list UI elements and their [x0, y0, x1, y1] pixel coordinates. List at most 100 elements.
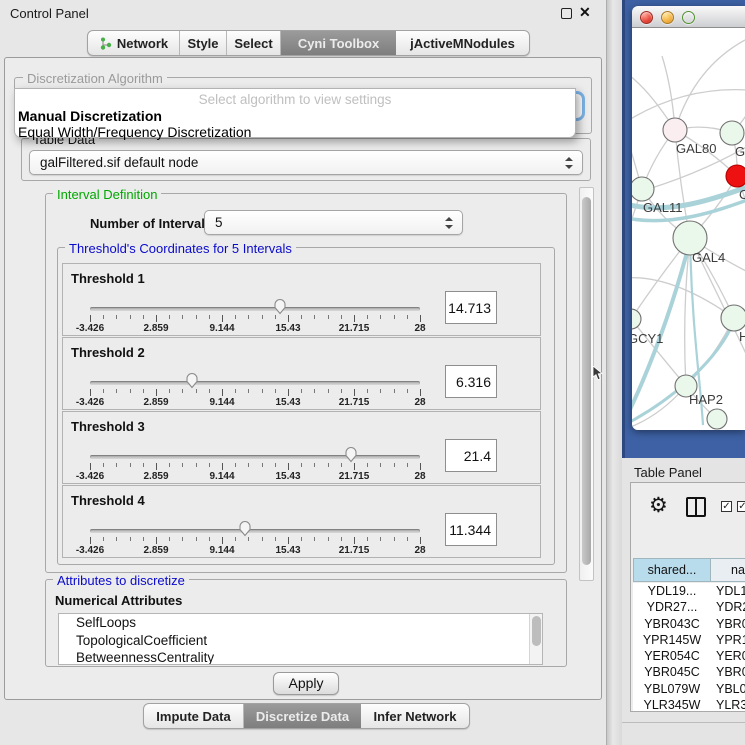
network-node[interactable] — [663, 118, 687, 142]
cell-name[interactable]: YDL1... — [711, 583, 745, 599]
cell-shared-name[interactable]: YDL19... — [633, 583, 711, 599]
slider-track[interactable] — [90, 455, 420, 459]
app-root: Control Panel ✕ Network Style Select Cyn… — [0, 0, 745, 745]
cell-shared-name[interactable]: YER054C — [633, 648, 711, 664]
table-row[interactable]: YER054C YER0... — [633, 648, 745, 664]
column-header-name[interactable]: name — [711, 558, 745, 582]
cell-name[interactable]: YER0... — [711, 648, 745, 664]
tab-jactivemnodules[interactable]: jActiveMNodules — [396, 31, 529, 55]
table-row[interactable]: YDR27... YDR2... — [633, 599, 745, 615]
tab-label: Style — [187, 36, 218, 51]
slider-tick-labels: -3.4262.8599.14415.4321.71528 — [90, 323, 420, 335]
cyni-bottom-tabs: Impute Data Discretize Data Infer Networ… — [143, 703, 470, 729]
panel-divider[interactable] — [606, 0, 622, 745]
network-node[interactable] — [632, 309, 641, 329]
slider-track[interactable] — [90, 307, 420, 311]
table-row[interactable]: YBR045C YBR0... — [633, 664, 745, 680]
threshold-value-input[interactable] — [445, 439, 497, 472]
slider-handle[interactable] — [343, 445, 359, 463]
cell-shared-name[interactable]: YBR043C — [633, 616, 711, 632]
network-node[interactable] — [720, 121, 744, 145]
tick-label: 21.715 — [339, 323, 370, 334]
checkbox-icon[interactable]: ✓ — [737, 501, 745, 512]
attribute-list-item[interactable]: BetweennessCentrality — [59, 649, 542, 665]
tab-discretize-data[interactable]: Discretize Data — [244, 704, 361, 728]
attribute-list-item[interactable]: SelfLoops — [59, 614, 542, 632]
threshold-slider[interactable]: -3.4262.8599.14415.4321.71528 — [90, 294, 420, 336]
cell-name[interactable]: YPR1... — [711, 632, 745, 648]
tick-label: 28 — [414, 545, 425, 556]
cell-name[interactable]: YBR0... — [711, 664, 745, 680]
scrollbar-thumb[interactable] — [532, 616, 541, 646]
zoom-traffic-light[interactable] — [682, 11, 695, 24]
slider-ticks — [90, 389, 420, 397]
network-node[interactable] — [721, 305, 745, 331]
tick-label: 28 — [414, 471, 425, 482]
table-panel: Table Panel ⚙ ✓ ✓ shared... name YDL19..… — [622, 458, 745, 745]
threshold-row: Threshold 3 -3.4262.8599.14415.4321.7152… — [62, 411, 541, 484]
checkbox-icon[interactable]: ✓ — [721, 501, 732, 512]
attribute-items: SelfLoopsTopologicalCoefficientBetweenne… — [59, 614, 542, 665]
cell-shared-name[interactable]: YBR045C — [633, 664, 711, 680]
table-row[interactable]: YDL19... YDL1... — [633, 583, 745, 599]
threshold-slider[interactable]: -3.4262.8599.14415.4321.71528 — [90, 516, 420, 558]
threshold-slider[interactable]: -3.4262.8599.14415.4321.71528 — [90, 442, 420, 484]
table-row[interactable]: YBL079W YBL0... — [633, 681, 745, 697]
threshold-value-input[interactable] — [445, 291, 497, 324]
cell-name[interactable]: YBL0... — [711, 681, 745, 697]
float-window-icon[interactable] — [561, 8, 572, 19]
network-canvas[interactable]: GAL80GACGAL11GAL4GCY1HHAP2 — [632, 28, 745, 430]
tab-cyni-toolbox[interactable]: Cyni Toolbox — [281, 31, 396, 55]
cyni-toolbox-panel: Discretization Algorithm Select algorith… — [4, 57, 602, 700]
num-intervals-combobox[interactable]: 5 — [204, 210, 463, 235]
threshold-label: Threshold 4 — [71, 493, 145, 508]
attributes-scrollbar[interactable] — [529, 614, 542, 664]
cell-name[interactable]: YDR2... — [711, 599, 745, 615]
control-panel-titlebar: Control Panel ✕ — [0, 0, 606, 26]
cell-name[interactable]: YBR0... — [711, 616, 745, 632]
threshold-slider[interactable]: -3.4262.8599.14415.4321.71528 — [90, 368, 420, 410]
scrollbar-thumb[interactable] — [582, 197, 591, 565]
apply-button[interactable]: Apply — [273, 672, 339, 695]
network-node[interactable] — [707, 409, 727, 429]
slider-handle[interactable] — [272, 297, 288, 315]
table-row[interactable]: YLR345W YLR3... — [633, 697, 745, 712]
cell-shared-name[interactable]: YPR145W — [633, 632, 711, 648]
cell-shared-name[interactable]: YBL079W — [633, 681, 711, 697]
close-icon[interactable]: ✕ — [579, 4, 591, 21]
tab-select[interactable]: Select — [227, 31, 281, 55]
cell-name[interactable]: YLR3... — [711, 697, 745, 712]
slider-ticks — [90, 537, 420, 545]
column-header-shared-name[interactable]: shared... — [633, 558, 711, 582]
split-columns-icon[interactable] — [686, 497, 706, 517]
cell-shared-name[interactable]: YDR27... — [633, 599, 711, 615]
slider-handle[interactable] — [184, 371, 200, 389]
threshold-value-input[interactable] — [445, 365, 497, 398]
minimize-traffic-light[interactable] — [661, 11, 674, 24]
table-row[interactable]: YBR043C YBR0... — [633, 616, 745, 632]
settings-vertical-scrollbar[interactable] — [579, 187, 594, 581]
table-row[interactable]: YPR145W YPR1... — [633, 632, 745, 648]
tab-impute-data[interactable]: Impute Data — [144, 704, 244, 728]
tab-infer-network[interactable]: Infer Network — [361, 704, 469, 728]
network-window-titlebar[interactable] — [632, 6, 745, 28]
network-node[interactable] — [632, 177, 654, 201]
tab-network[interactable]: Network — [88, 31, 180, 55]
table-data-value: galFiltered.sif default node — [40, 151, 198, 174]
interval-definition-group-title: Interval Definition — [53, 187, 161, 202]
attribute-list-item[interactable]: TopologicalCoefficient — [59, 632, 542, 650]
threshold-value-input[interactable] — [445, 513, 497, 546]
close-traffic-light[interactable] — [640, 11, 653, 24]
slider-track[interactable] — [90, 529, 420, 533]
tab-style[interactable]: Style — [180, 31, 227, 55]
cell-shared-name[interactable]: YLR345W — [633, 697, 711, 712]
algorithm-option-manual[interactable]: Manual Discretization — [18, 108, 162, 124]
slider-handle[interactable] — [237, 519, 253, 537]
tick-label: -3.426 — [76, 471, 104, 482]
tick-label: -3.426 — [76, 545, 104, 556]
algorithm-option-equal-width[interactable]: Equal Width/Frequency Discretization — [18, 124, 251, 140]
table-data-combobox[interactable]: galFiltered.sif default node — [29, 150, 583, 175]
slider-track[interactable] — [90, 381, 420, 385]
network-node[interactable] — [726, 165, 745, 187]
gear-icon[interactable]: ⚙ — [649, 493, 668, 518]
